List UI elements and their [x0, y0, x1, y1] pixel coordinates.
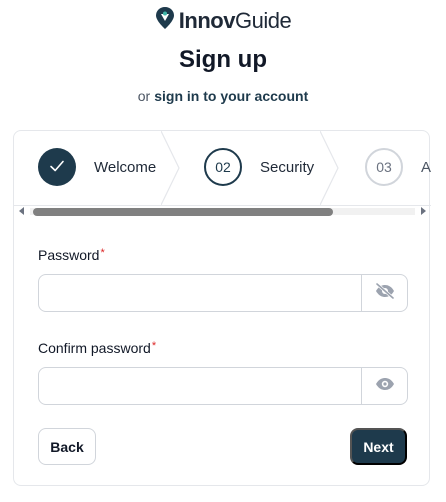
step-security[interactable]: 02 Security	[204, 148, 314, 186]
step-label: A	[421, 158, 431, 176]
subtitle-prefix: or	[137, 88, 151, 104]
step-separator	[320, 131, 339, 205]
confirm-password-input[interactable]	[39, 368, 361, 404]
step-separator	[161, 131, 180, 205]
scroll-left-arrow-icon[interactable]	[19, 207, 24, 215]
step-number-badge: 02	[204, 148, 242, 186]
scroll-thumb[interactable]	[33, 208, 333, 216]
step-label: Security	[260, 158, 315, 176]
sign-in-link[interactable]: sign in to your account	[154, 88, 308, 104]
eye-icon	[374, 376, 396, 397]
brand-logo: InnovGuide	[0, 6, 446, 35]
page-title: Sign up	[179, 46, 267, 73]
confirm-password-label: Confirm password*	[38, 340, 157, 356]
confirm-password-field	[38, 367, 408, 405]
checkmark-icon	[47, 156, 67, 179]
back-button[interactable]: Back	[38, 428, 96, 465]
brand-name: InnovGuide	[178, 7, 292, 33]
required-marker: *	[100, 247, 105, 259]
toggle-confirm-visibility-button[interactable]	[361, 368, 407, 404]
signup-card: Welcome 02 Security 03 A Password* Confi…	[13, 130, 431, 486]
step-complete-indicator	[38, 148, 76, 186]
eye-slash-icon	[374, 282, 396, 305]
password-label: Password*	[38, 247, 105, 263]
password-field	[38, 274, 408, 312]
step-label: Welcome	[94, 158, 157, 176]
next-button[interactable]: Next	[350, 428, 407, 465]
stepper-scrollbar[interactable]	[14, 203, 431, 219]
location-pin-logo-icon	[155, 6, 175, 35]
step-3[interactable]: 03 A	[365, 148, 431, 186]
stepper: Welcome 02 Security 03 A	[14, 131, 431, 206]
page-subtitle: or sign in to your account	[0, 88, 446, 104]
required-marker: *	[151, 340, 157, 352]
password-input[interactable]	[39, 275, 361, 311]
toggle-password-visibility-button[interactable]	[361, 275, 407, 311]
step-welcome[interactable]: Welcome	[38, 148, 156, 186]
step-number-badge: 03	[365, 148, 403, 186]
scroll-right-arrow-icon[interactable]	[421, 207, 426, 215]
